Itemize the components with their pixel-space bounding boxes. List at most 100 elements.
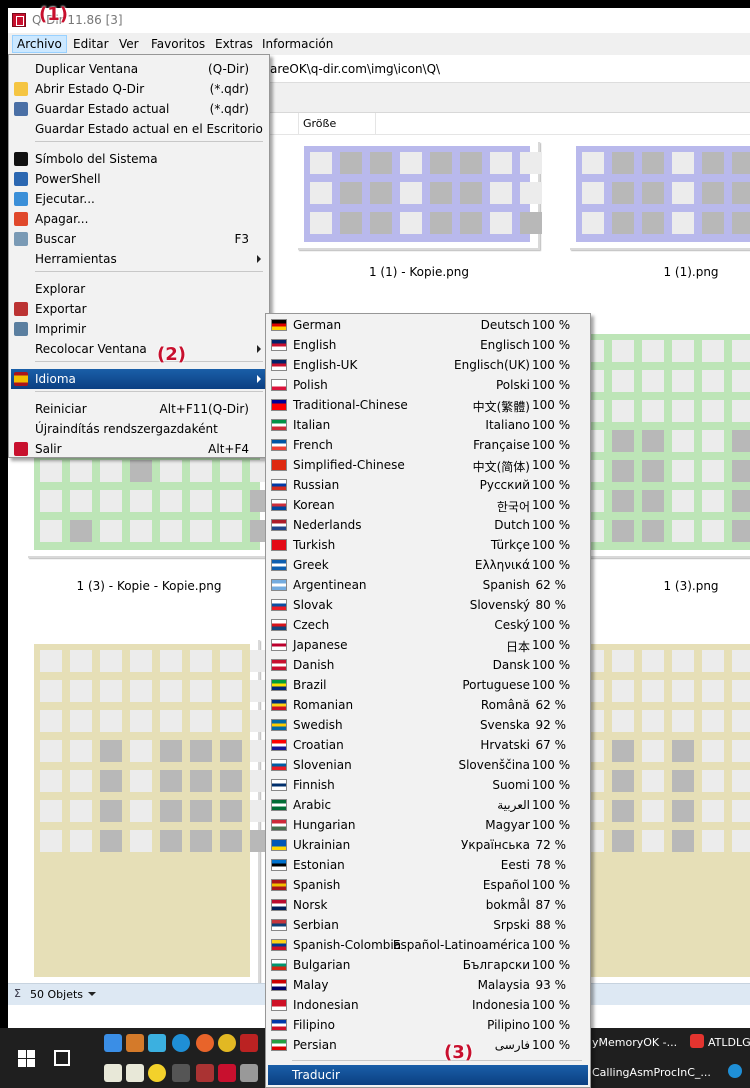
- grid-cell: [702, 800, 724, 822]
- language-item-slovak[interactable]: Slovak Slovenský 80 %: [268, 595, 588, 615]
- menu-informacion[interactable]: Información: [258, 36, 337, 52]
- taskbar-app-icon[interactable]: [104, 1034, 122, 1052]
- grid-cell: [220, 830, 242, 852]
- language-item-korean[interactable]: Korean 한국어 100 %: [268, 495, 588, 515]
- thumbnail-yellow-right[interactable]: [568, 638, 750, 983]
- language-item-nederlands[interactable]: Nederlands Dutch 100 %: [268, 515, 588, 535]
- language-native-name: Slovenský: [469, 598, 530, 612]
- archivo-menu-item-imprimir[interactable]: Imprimir: [11, 319, 267, 339]
- menu-archivo[interactable]: Archivo: [12, 35, 67, 53]
- taskbar-app-icon[interactable]: [240, 1064, 258, 1082]
- archivo-menu-item-abrir-estado-q-dir[interactable]: Abrir Estado Q-Dir (*.qdr): [11, 79, 267, 99]
- language-item-estonian[interactable]: Estonian Eesti 78 %: [268, 855, 588, 875]
- archivo-menu-item-buscar[interactable]: Buscar F3: [11, 229, 267, 249]
- edge-icon[interactable]: [172, 1034, 190, 1052]
- q-dir-taskbar-icon[interactable]: [218, 1064, 236, 1082]
- language-item-filipino[interactable]: Filipino Pilipino 100 %: [268, 1015, 588, 1035]
- thumbnail-1-3[interactable]: [568, 328, 750, 556]
- language-item-german[interactable]: German Deutsch 100 %: [268, 315, 588, 335]
- notepad-icon[interactable]: [104, 1064, 122, 1082]
- language-item-persian[interactable]: Persian فارسی 100 %: [268, 1035, 588, 1055]
- menu-extras[interactable]: Extras: [211, 36, 257, 52]
- language-item-danish[interactable]: Danish Dansk 100 %: [268, 655, 588, 675]
- archivo-menu-item-guardar-estado-actual[interactable]: Guardar Estado actual (*.qdr): [11, 99, 267, 119]
- taskbar-app-icon[interactable]: [196, 1064, 214, 1082]
- flag-icon: [271, 999, 287, 1011]
- archivo-menu-item-explorar[interactable]: Explorar: [11, 279, 267, 299]
- chrome-icon[interactable]: [218, 1034, 236, 1052]
- language-item-czech[interactable]: Czech Ceský 100 %: [268, 615, 588, 635]
- address-path[interactable]: areOK\q-dir.com\img\icon\Q\: [270, 62, 440, 76]
- windows-start-icon[interactable]: [18, 1050, 36, 1068]
- menu-ver[interactable]: Ver: [115, 36, 143, 52]
- archivo-menu-item-exportar[interactable]: Exportar: [11, 299, 267, 319]
- archivo-menu-item-powershell[interactable]: PowerShell: [11, 169, 267, 189]
- language-item-norsk[interactable]: Norsk bokmål 87 %: [268, 895, 588, 915]
- archivo-menu-item-recolocar-ventana[interactable]: Recolocar Ventana: [11, 339, 267, 359]
- language-item-arabic[interactable]: Arabic العربية 100 %: [268, 795, 588, 815]
- archivo-menu-item-duplicar-ventana[interactable]: Duplicar Ventana (Q-Dir): [11, 59, 267, 79]
- language-item-greek[interactable]: Greek Ελληνικά 100 %: [268, 555, 588, 575]
- column-size-header[interactable]: Größe: [298, 113, 376, 135]
- language-item-romanian[interactable]: Romanian Română 62 %: [268, 695, 588, 715]
- language-item-malay[interactable]: Malay Malaysia 93 %: [268, 975, 588, 995]
- archivo-menu-item-ejecutar[interactable]: Ejecutar...: [11, 189, 267, 209]
- task-view-icon[interactable]: [54, 1050, 70, 1066]
- language-item-slovenian[interactable]: Slovenian Slovenščina 100 %: [268, 755, 588, 775]
- status-object-count[interactable]: 50 Objets: [30, 988, 83, 1001]
- grid-cell: [370, 212, 392, 234]
- flag-icon: [271, 899, 287, 911]
- language-item-turkish[interactable]: Turkish Türkçe 100 %: [268, 535, 588, 555]
- language-item-russian[interactable]: Russian Русский 100 %: [268, 475, 588, 495]
- archivo-menu-item-salir[interactable]: Salir Alt+F4: [11, 439, 267, 459]
- thumbnail-yellow[interactable]: [26, 638, 272, 983]
- language-item-croatian[interactable]: Croatian Hrvatski 67 %: [268, 735, 588, 755]
- archivo-menu-item-újraindítás-rendszergazdaként[interactable]: Újraindítás rendszergazdaként: [11, 419, 267, 439]
- grid-cell: [310, 182, 332, 204]
- firefox-icon[interactable]: [196, 1034, 214, 1052]
- language-item-spanish-colombia[interactable]: Spanish-Colombia Español-Latinoamérica 100…: [268, 935, 588, 955]
- archivo-menu-item-guardar-estado-actual-en-el-escritorio[interactable]: Guardar Estado actual en el Escritorio: [11, 119, 267, 139]
- language-item-simplified-chinese[interactable]: Simplified-Chinese 中文(简体) 100 %: [268, 455, 588, 475]
- archivo-menu-item-herramientas[interactable]: Herramientas: [11, 249, 267, 269]
- thumbnail-1-1[interactable]: [568, 140, 750, 248]
- taskbar-item[interactable]: CallingAsmProcInC_...: [592, 1066, 711, 1079]
- language-item-english-uk[interactable]: English-UK Englisch(UK) 100 %: [268, 355, 588, 375]
- grid-cell: [400, 152, 422, 174]
- language-item-finnish[interactable]: Finnish Suomi 100 %: [268, 775, 588, 795]
- atl-icon[interactable]: [690, 1034, 704, 1048]
- notepad-icon[interactable]: [126, 1064, 144, 1082]
- language-item-japanese[interactable]: Japanese 日本 100 %: [268, 635, 588, 655]
- language-item-serbian[interactable]: Serbian Srpski 88 %: [268, 915, 588, 935]
- language-item-argentinean[interactable]: Argentinean Spanish 62 %: [268, 575, 588, 595]
- language-item-polish[interactable]: Polish Polski 100 %: [268, 375, 588, 395]
- menu-favoritos[interactable]: Favoritos: [147, 36, 209, 52]
- language-item-spanish[interactable]: Spanish Español 100 %: [268, 875, 588, 895]
- language-item-brazil[interactable]: Brazil Portuguese 100 %: [268, 675, 588, 695]
- taskbar-app-icon[interactable]: [240, 1034, 258, 1052]
- edge-icon[interactable]: [728, 1064, 742, 1078]
- language-item-bulgarian[interactable]: Bulgarian Български 100 %: [268, 955, 588, 975]
- menu-editar[interactable]: Editar: [69, 36, 113, 52]
- language-item-english[interactable]: English Englisch 100 %: [268, 335, 588, 355]
- language-item-french[interactable]: French Française 100 %: [268, 435, 588, 455]
- taskbar-item[interactable]: yMemoryOK -...: [592, 1036, 677, 1049]
- language-item-ukrainian[interactable]: Ukrainian Українська 72 %: [268, 835, 588, 855]
- language-item-italian[interactable]: Italian Italiano 100 %: [268, 415, 588, 435]
- chevron-down-icon[interactable]: [88, 992, 96, 996]
- taskbar-app-icon[interactable]: [148, 1034, 166, 1052]
- archivo-menu-item-símbolo-del-sistema[interactable]: Símbolo del Sistema: [11, 149, 267, 169]
- language-item-indonesian[interactable]: Indonesian Indonesia 100 %: [268, 995, 588, 1015]
- archivo-menu-item-reiniciar[interactable]: Reiniciar Alt+F11(Q-Dir): [11, 399, 267, 419]
- thumbnail-1-1-kopie[interactable]: [296, 140, 542, 248]
- taskbar-item[interactable]: ATLDLG: [708, 1036, 750, 1049]
- translate-menu-item[interactable]: Traducir: [268, 1065, 588, 1085]
- language-item-traditional-chinese[interactable]: Traditional-Chinese 中文(繁體) 100 %: [268, 395, 588, 415]
- language-item-hungarian[interactable]: Hungarian Magyar 100 %: [268, 815, 588, 835]
- pacman-icon[interactable]: [148, 1064, 166, 1082]
- taskbar-app-icon[interactable]: [126, 1034, 144, 1052]
- archivo-menu-item-idioma[interactable]: Idioma: [11, 369, 267, 389]
- archivo-menu-item-apagar[interactable]: Apagar...: [11, 209, 267, 229]
- png-icon[interactable]: [172, 1064, 190, 1082]
- language-item-swedish[interactable]: Swedish Svenska 92 %: [268, 715, 588, 735]
